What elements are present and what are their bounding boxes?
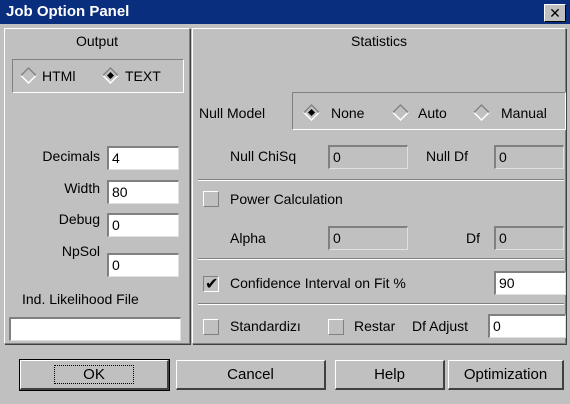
statistics-panel: Statistics xyxy=(192,28,566,344)
null-auto-radio[interactable] xyxy=(392,104,409,121)
radio-diamond-icon xyxy=(473,104,490,121)
title-bar: Job Option Panel ✕ xyxy=(0,0,570,24)
divider xyxy=(198,179,564,181)
divider xyxy=(198,258,564,260)
alpha-label: Alpha xyxy=(230,230,266,246)
text-radio[interactable] xyxy=(102,67,119,84)
radio-diamond-icon xyxy=(392,104,409,121)
power-calc-checkbox[interactable] xyxy=(203,191,219,207)
standardize-checkbox[interactable] xyxy=(203,319,219,335)
restart-checkbox[interactable] xyxy=(328,319,344,335)
df-label: Df xyxy=(466,230,480,246)
df-input[interactable]: 0 xyxy=(494,226,564,250)
ok-label: OK xyxy=(54,365,134,384)
text-label: TEXT xyxy=(125,68,161,84)
likelihood-label: Ind. Likelihood File xyxy=(22,291,139,307)
null-manual-radio[interactable] xyxy=(473,104,490,121)
npsol-label: NpSol xyxy=(61,243,100,259)
cancel-label: Cancel xyxy=(227,366,274,383)
statistics-header: Statistics xyxy=(350,33,407,49)
null-auto-label: Auto xyxy=(418,105,447,121)
help-label: Help xyxy=(374,366,405,383)
html-label: HTMl xyxy=(42,68,76,84)
radio-diamond-selected-icon xyxy=(303,104,320,121)
debug-label: Debug xyxy=(58,211,100,227)
divider xyxy=(198,303,564,305)
cancel-button[interactable]: Cancel xyxy=(176,360,326,390)
ok-button[interactable]: OK xyxy=(19,359,170,391)
df-adjust-label: Df Adjust xyxy=(412,318,469,334)
power-calc-label: Power Calculation xyxy=(230,191,343,207)
debug-input[interactable]: 0 xyxy=(107,213,179,237)
close-button[interactable]: ✕ xyxy=(544,4,566,22)
width-input[interactable]: 80 xyxy=(107,180,179,204)
decimals-input[interactable]: 4 xyxy=(107,146,179,170)
alpha-input[interactable]: 0 xyxy=(328,226,408,250)
optimization-label: Optimization xyxy=(463,366,548,383)
null-chisq-input[interactable]: 0 xyxy=(328,145,408,169)
help-button[interactable]: Help xyxy=(335,360,445,390)
null-none-label: None xyxy=(331,105,365,121)
radio-diamond-icon xyxy=(20,67,37,84)
confidence-interval-input[interactable]: 90 xyxy=(494,271,566,295)
standardize-label: Standardizı xyxy=(230,318,301,334)
null-none-radio[interactable] xyxy=(303,104,320,121)
decimals-label: Decimals xyxy=(42,148,100,164)
null-chisq-label: Null ChiSq xyxy=(230,148,297,164)
null-manual-label: Manual xyxy=(501,105,547,121)
checkmark-icon: ✔ xyxy=(205,276,219,293)
null-df-input[interactable]: 0 xyxy=(494,145,564,169)
output-header: Output xyxy=(75,33,119,49)
likelihood-file-input[interactable] xyxy=(9,317,181,341)
null-df-label: Null Df xyxy=(426,148,469,164)
confidence-interval-label: Confidence Interval on Fit % xyxy=(230,275,406,291)
optimization-button[interactable]: Optimization xyxy=(448,360,564,390)
null-model-label: Null Model xyxy=(199,105,266,121)
window-title: Job Option Panel xyxy=(6,3,130,20)
confidence-interval-checkbox[interactable]: ✔ xyxy=(203,276,219,293)
restart-label: Restar xyxy=(354,318,396,334)
width-label: Width xyxy=(64,180,100,196)
radio-diamond-selected-icon xyxy=(102,67,119,84)
df-adjust-input[interactable]: 0 xyxy=(488,314,566,338)
close-icon: ✕ xyxy=(549,5,561,21)
html-radio[interactable] xyxy=(20,67,37,84)
npsol-input[interactable]: 0 xyxy=(107,253,179,277)
